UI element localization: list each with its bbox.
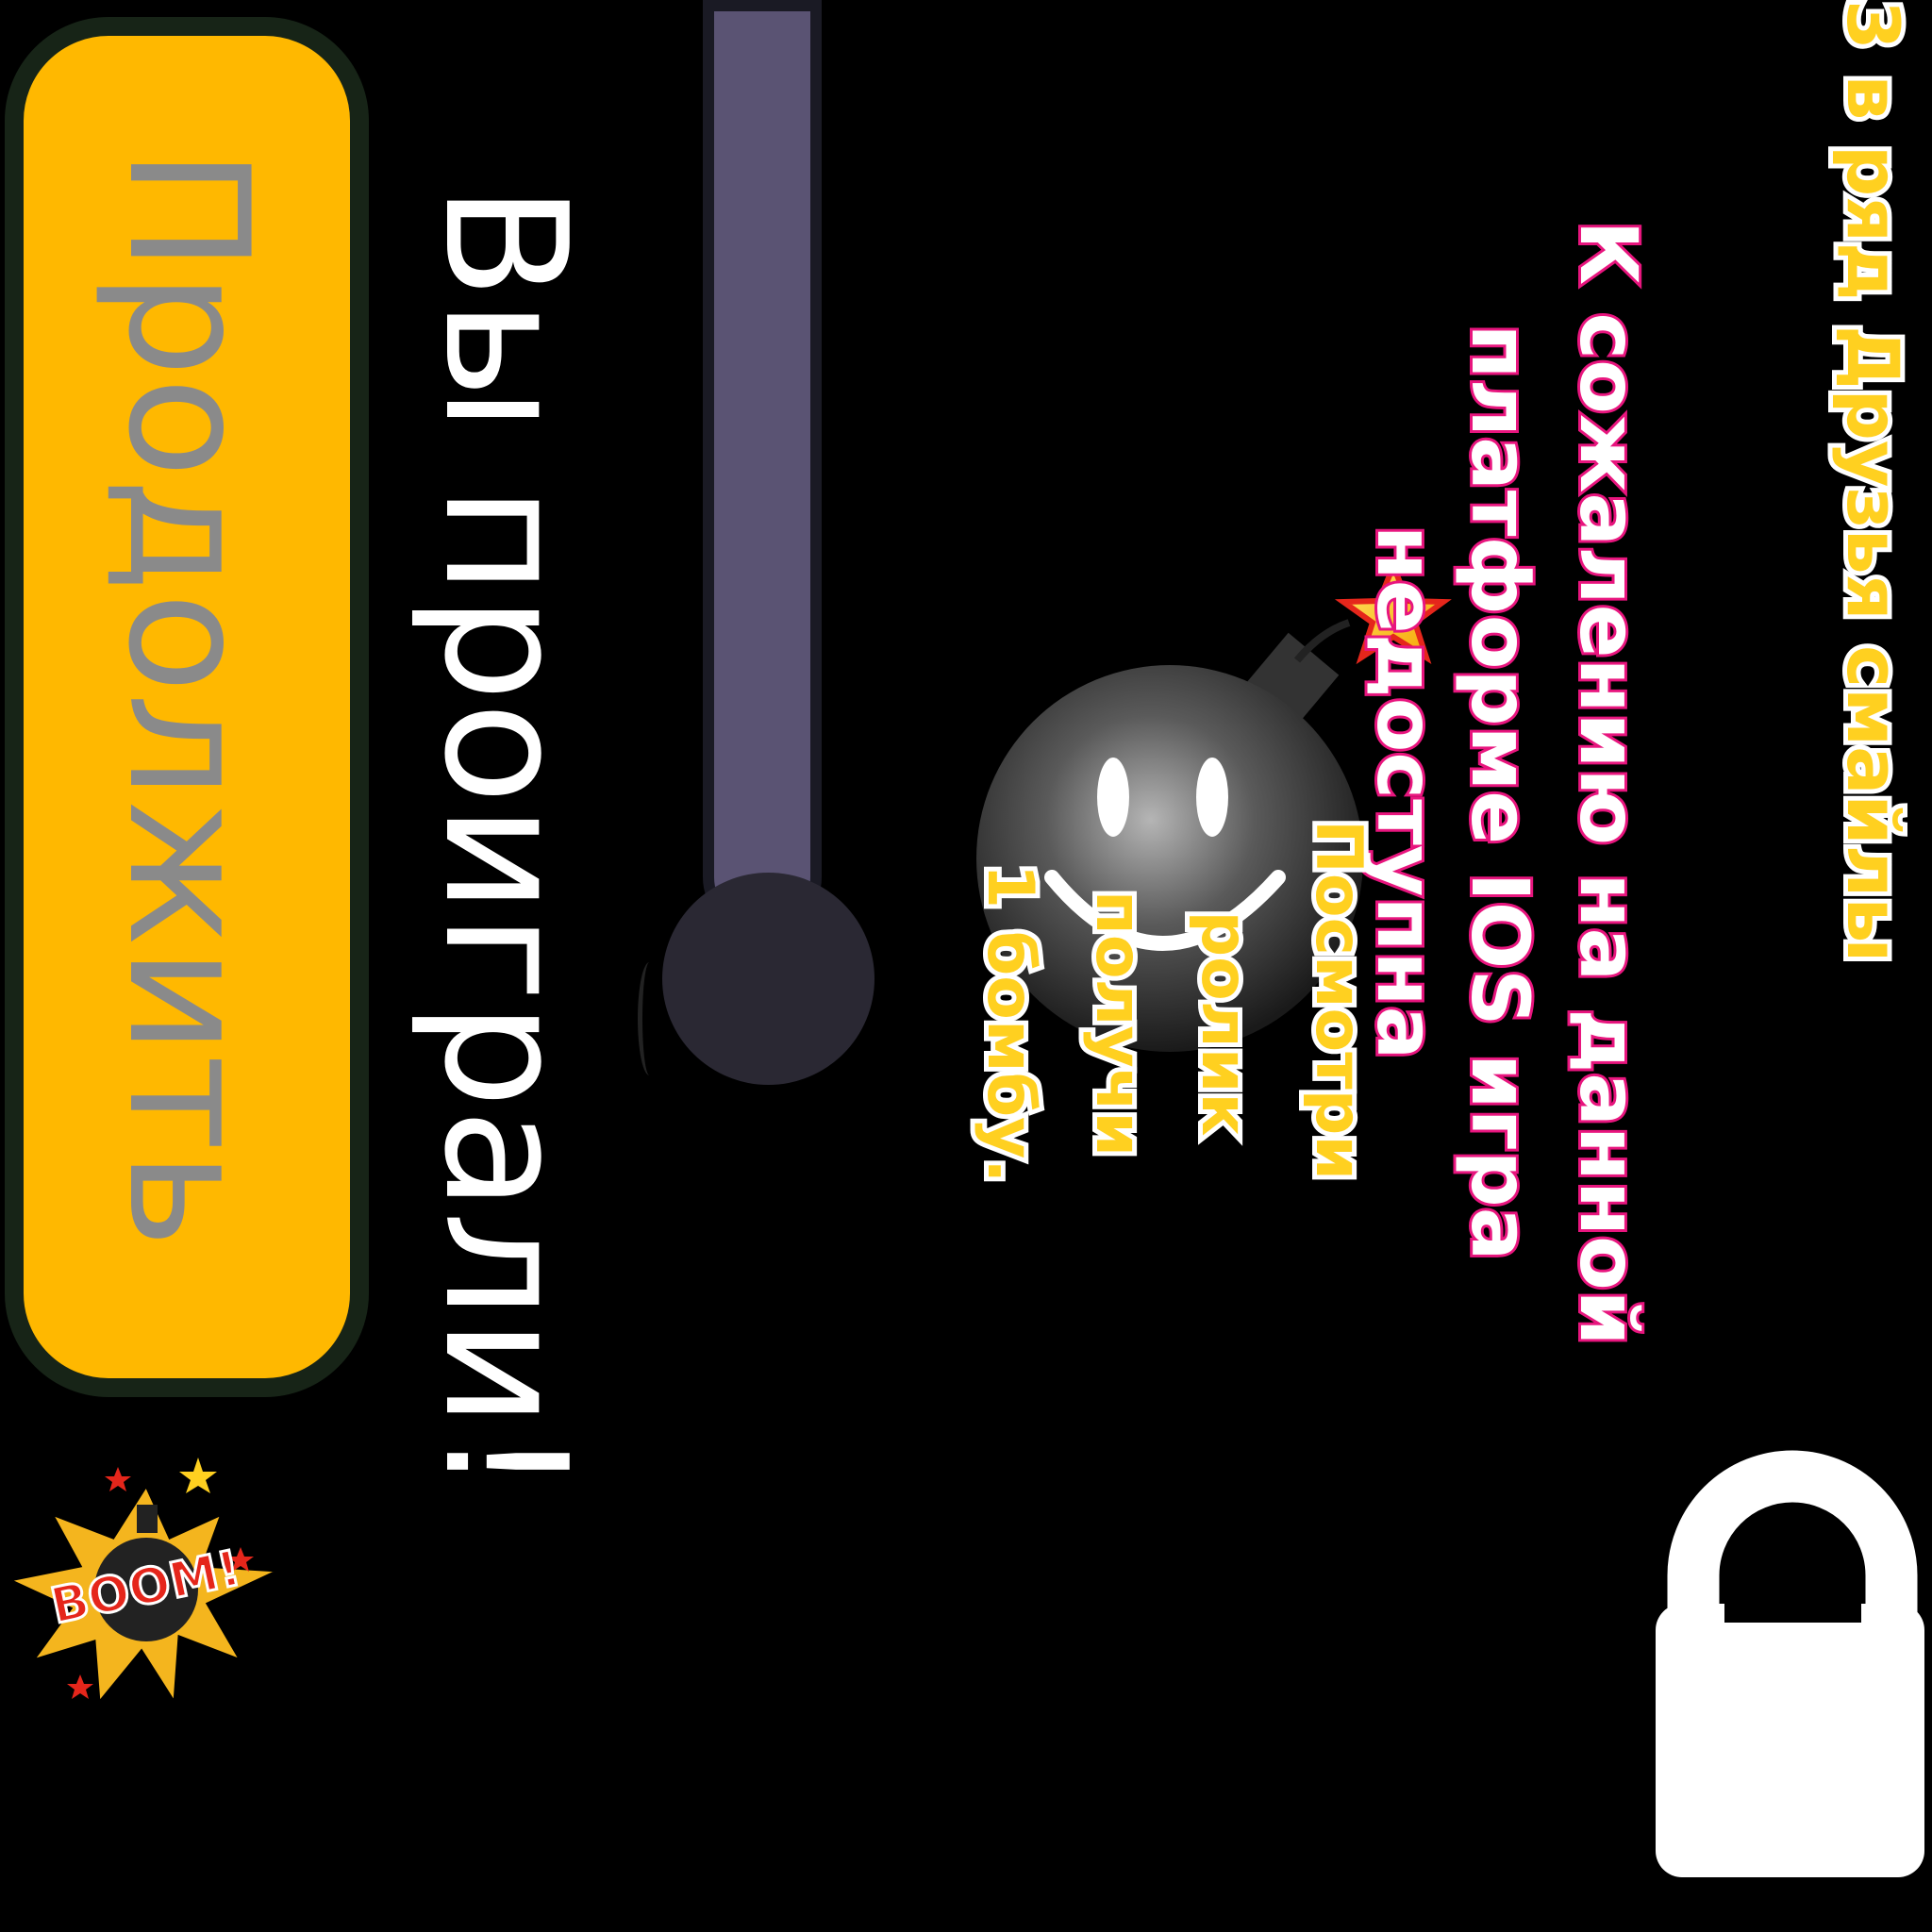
reward-offer-line4-text[interactable]: 1 бомбу. [967, 816, 1052, 1231]
result-title-text: Вы проиграли! [408, 184, 603, 1495]
reward-offer-line2-text[interactable]: ролик [1181, 816, 1266, 1231]
ios-notice-line1-text: К сожалению на данной [1559, 217, 1657, 1348]
reward-offer-line1-text[interactable]: Посмотри [1295, 792, 1380, 1208]
slider-track[interactable] [703, 0, 822, 934]
reward-offer-line3-text[interactable]: получи [1075, 816, 1160, 1231]
boom-explosion-icon: BOOM! [5, 1457, 279, 1707]
lock-icon [1656, 1450, 1924, 1877]
slider-shadow [638, 962, 661, 1075]
game-title-text: 3 в ряд Друзья смайлы [1826, 0, 1920, 967]
continue-label-text[interactable]: Продолжить [92, 132, 283, 1264]
slider-handle[interactable] [662, 873, 874, 1085]
ios-notice-line2-text: платформе IOS игра недоступна [1357, 322, 1549, 1264]
